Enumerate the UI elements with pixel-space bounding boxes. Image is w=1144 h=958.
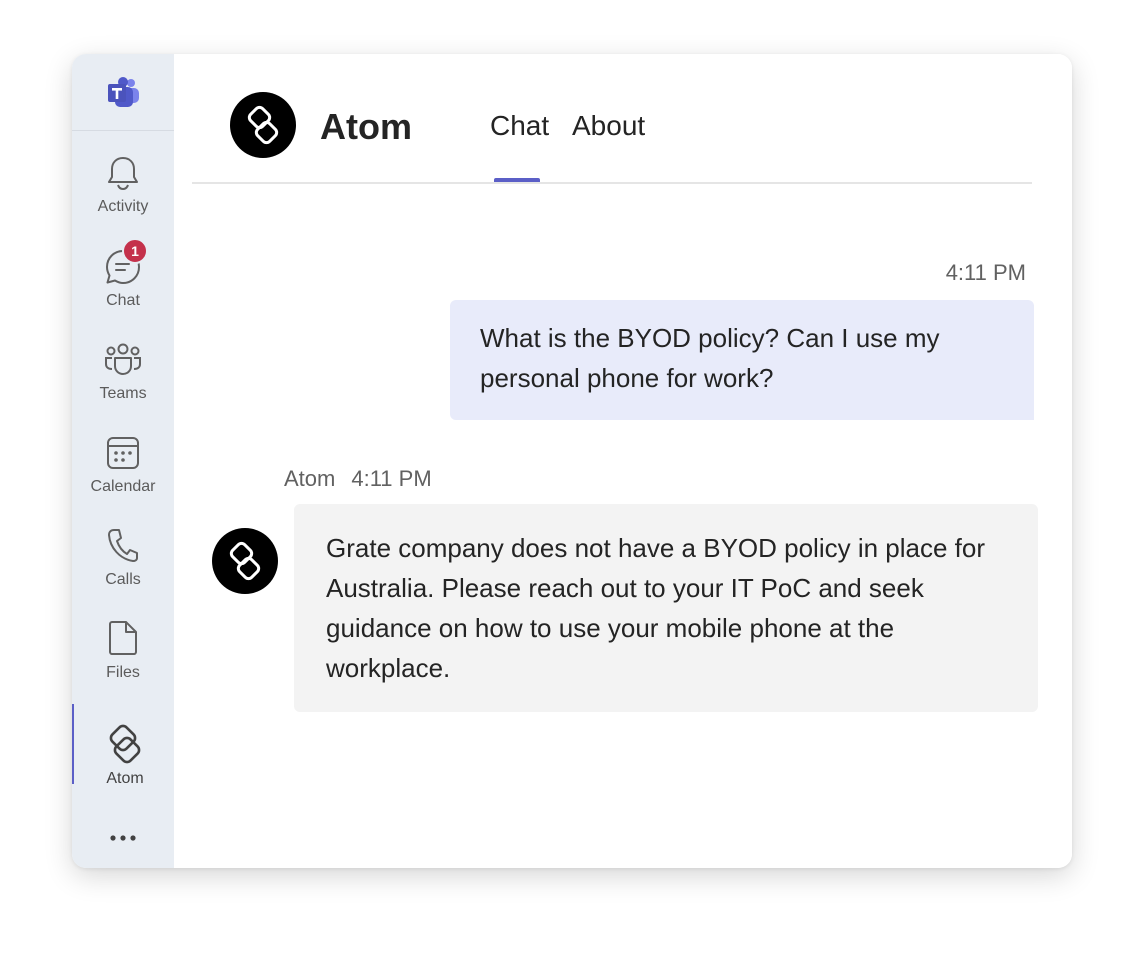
more-dots-icon[interactable] (108, 834, 138, 842)
chat-unread-badge: 1 (122, 238, 148, 264)
teams-logo[interactable] (72, 54, 174, 131)
rail-item-label: Activity (97, 198, 149, 215)
rail-item-label: Calls (105, 571, 141, 588)
rail-item-label: Files (106, 664, 140, 681)
header-divider (192, 182, 1032, 184)
rail-item-label: Atom (106, 770, 144, 787)
sender-name: Atom (284, 466, 336, 491)
rail-item-activity[interactable]: Activity (72, 150, 174, 232)
rail-item-calendar[interactable]: Calendar (72, 430, 174, 512)
file-icon (109, 621, 137, 655)
bot-message-bubble[interactable]: Grate company does not have a BYOD polic… (294, 504, 1038, 712)
tab-about[interactable]: About (572, 110, 645, 142)
message-meta: Atom 4:11 PM (284, 466, 432, 492)
my-message-bubble[interactable]: What is the BYOD policy? Can I use my pe… (450, 300, 1034, 420)
atom-icon (109, 724, 141, 764)
rail-item-teams[interactable]: Teams (72, 337, 174, 419)
rail-item-label: Chat (106, 292, 140, 309)
rail-item-label: Calendar (90, 478, 156, 495)
chat-pane: Atom Chat About 4:11 PM What is the BYOD… (174, 54, 1072, 868)
bot-avatar[interactable] (212, 528, 278, 594)
rail-item-label: Teams (99, 385, 147, 402)
rail-item-chat[interactable]: 1 Chat (72, 238, 174, 326)
phone-icon (108, 529, 138, 562)
app-avatar (230, 92, 296, 158)
teams-window: Activity 1 Chat Teams Calendar Calls Fil… (72, 54, 1072, 868)
teams-icon (105, 343, 141, 375)
bell-icon (108, 157, 138, 191)
calendar-icon (107, 437, 139, 469)
message-timestamp: 4:11 PM (945, 260, 1026, 285)
message-timestamp: 4:11 PM (351, 466, 432, 491)
rail-item-atom[interactable]: Atom (74, 722, 176, 804)
atom-logo-icon (229, 541, 261, 581)
app-title: Atom (320, 106, 412, 147)
rail-item-files[interactable]: Files (72, 616, 174, 698)
rail-item-calls[interactable]: Calls (72, 523, 174, 605)
app-rail: Activity 1 Chat Teams Calendar Calls Fil… (72, 54, 174, 868)
tab-chat[interactable]: Chat (490, 110, 549, 142)
teams-logo-icon (108, 77, 139, 107)
atom-logo-icon (247, 105, 279, 145)
